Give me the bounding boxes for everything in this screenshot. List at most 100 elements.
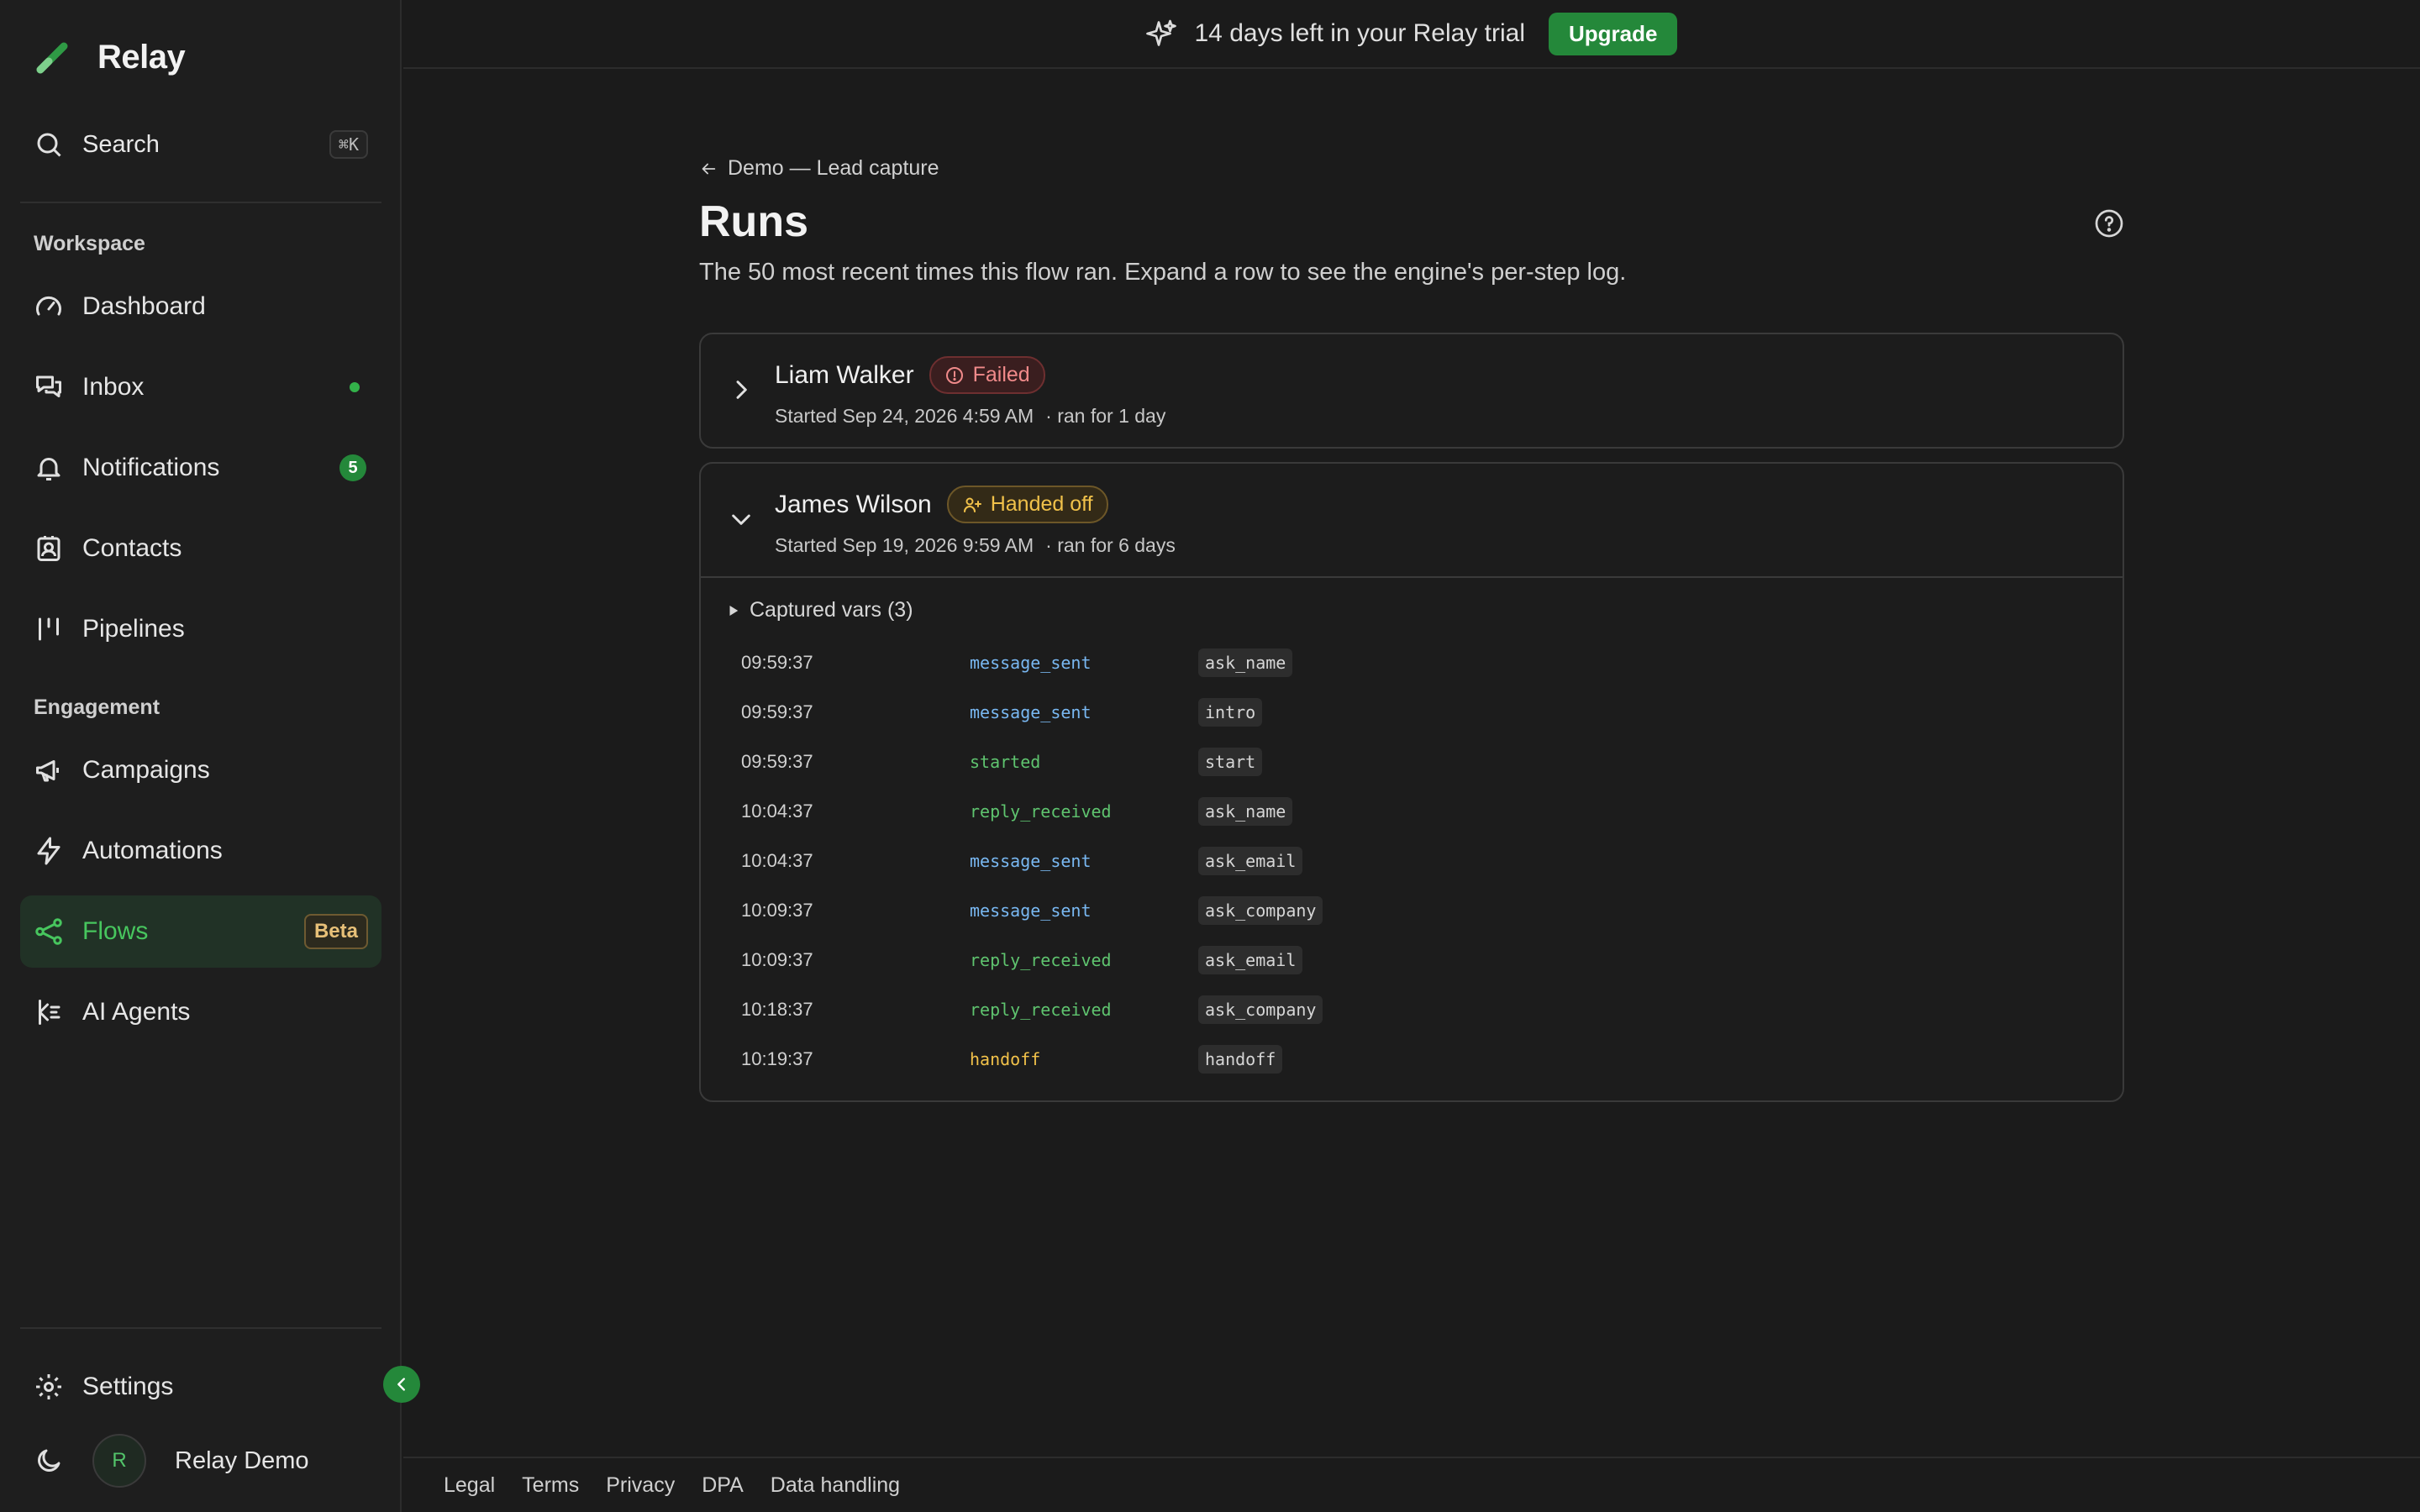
log-time: 09:59:37 (741, 701, 813, 722)
sidebar-item-ai-agents[interactable]: AI Agents (20, 976, 381, 1048)
log-time: 10:09:37 (741, 949, 813, 970)
log-step: ask_email (1198, 946, 1303, 974)
settings-label: Settings (82, 1373, 174, 1400)
run-duration: · ran for 1 day (1045, 405, 1166, 427)
log-event: message_sent (970, 900, 1092, 921)
sidebar-item-dashboard[interactable]: Dashboard (20, 270, 381, 343)
log-row: 09:59:37 started start (741, 748, 2086, 781)
log-event: reply_received (970, 950, 1112, 970)
contact-card-icon (34, 533, 64, 564)
log-event: reply_received (970, 801, 1112, 822)
gear-icon (34, 1372, 64, 1402)
chevron-down-icon[interactable] (728, 506, 755, 533)
alert-circle-icon (944, 365, 965, 386)
sidebar-item-label: Dashboard (82, 292, 206, 320)
run-card: James Wilson Handed off Started Sep 19, … (699, 462, 2124, 1102)
run-started: Started Sep 24, 2026 4:59 AM (775, 405, 1034, 427)
sidebar-search[interactable]: Search ⌘K (20, 121, 381, 168)
run-meta: Started Sep 24, 2026 4:59 AM · ran for 1… (775, 405, 1165, 428)
run-row-header[interactable]: James Wilson Handed off Started Sep 19, … (701, 464, 2123, 576)
search-shortcut: ⌘K (329, 130, 368, 159)
bell-icon (34, 453, 64, 483)
breadcrumb[interactable]: Demo — Lead capture (699, 156, 939, 181)
gauge-icon (34, 291, 64, 322)
log-time: 10:18:37 (741, 999, 813, 1020)
log-event: message_sent (970, 702, 1092, 722)
log-step: ask_email (1198, 847, 1303, 875)
chevron-left-icon (392, 1375, 411, 1394)
footer-link-terms[interactable]: Terms (522, 1473, 579, 1498)
arrow-left-icon (699, 160, 718, 178)
sidebar-divider (20, 202, 381, 203)
moon-icon[interactable] (34, 1446, 64, 1476)
sidebar-item-label: Pipelines (82, 615, 185, 643)
sidebar-item-label: Inbox (82, 373, 145, 401)
chevron-right-icon[interactable] (728, 376, 755, 403)
log-row: 10:19:37 handoff handoff (741, 1045, 2086, 1079)
run-meta: Started Sep 19, 2026 9:59 AM · ran for 6… (775, 534, 1176, 557)
search-label: Search (82, 130, 160, 158)
user-menu[interactable]: R Relay Demo (20, 1431, 381, 1490)
sidebar-item-notifications[interactable]: Notifications 5 (20, 432, 381, 504)
upgrade-button[interactable]: Upgrade (1549, 12, 1678, 55)
run-contact-name: James Wilson (775, 490, 932, 518)
log-row: 09:59:37 message_sent intro (741, 698, 2086, 732)
status-badge: Failed (929, 356, 1045, 394)
footer-link-data-handling[interactable]: Data handling (771, 1473, 900, 1498)
log-row: 10:04:37 reply_received ask_name (741, 797, 2086, 831)
brain-icon (34, 997, 64, 1027)
log-step: intro (1198, 698, 1263, 727)
log-step: ask_name (1198, 797, 1293, 826)
sidebar-item-label: Contacts (82, 534, 182, 562)
brand[interactable]: Relay (34, 34, 186, 81)
footer-link-privacy[interactable]: Privacy (606, 1473, 675, 1498)
log-time: 10:04:37 (741, 850, 813, 871)
log-step: handoff (1198, 1045, 1283, 1074)
captured-vars-toggle[interactable]: Captured vars (3) (726, 598, 913, 622)
log-time: 09:59:37 (741, 652, 813, 673)
sidebar-item-label: Notifications (82, 454, 220, 481)
log-step: start (1198, 748, 1263, 776)
beta-badge: Beta (303, 914, 368, 949)
log-row: 09:59:37 message_sent ask_name (741, 648, 2086, 682)
log-row: 10:18:37 reply_received ask_company (741, 995, 2086, 1029)
user-name: Relay Demo (175, 1446, 309, 1474)
sidebar-item-flows[interactable]: Flows Beta (20, 895, 381, 968)
log-row: 10:09:37 message_sent ask_company (741, 896, 2086, 930)
log-time: 10:04:37 (741, 801, 813, 822)
run-duration: · ran for 6 days (1045, 534, 1176, 556)
footer-link-dpa[interactable]: DPA (702, 1473, 744, 1498)
log-step: ask_company (1198, 995, 1323, 1024)
status-label: Handed off (990, 492, 1093, 516)
section-title-engagement: Engagement (34, 696, 160, 719)
sidebar-item-pipelines[interactable]: Pipelines (20, 593, 381, 665)
sidebar-item-automations[interactable]: Automations (20, 815, 381, 887)
footer-link-legal[interactable]: Legal (444, 1473, 495, 1498)
collapse-sidebar-button[interactable] (383, 1366, 420, 1403)
trial-text: 14 days left in your Relay trial (1194, 19, 1526, 47)
log-event: started (970, 752, 1041, 772)
sidebar-item-label: Campaigns (82, 756, 210, 784)
pipeline-columns-icon (34, 614, 64, 644)
brand-name: Relay (97, 38, 186, 76)
log-time: 10:09:37 (741, 900, 813, 921)
run-row-header[interactable]: Liam Walker Failed Started Sep 24, 2026 … (701, 334, 2123, 447)
help-circle-icon[interactable] (2094, 208, 2124, 239)
log-step: ask_company (1198, 896, 1323, 925)
user-plus-icon (962, 495, 982, 515)
status-label: Failed (972, 363, 1030, 386)
breadcrumb-link[interactable]: Demo — Lead capture (728, 156, 939, 181)
sidebar-item-settings[interactable]: Settings (20, 1351, 381, 1423)
notifications-count-badge: 5 (339, 454, 366, 481)
sidebar-item-campaigns[interactable]: Campaigns (20, 734, 381, 806)
run-title-row: Liam Walker Failed (775, 356, 1045, 394)
log-event: handoff (970, 1049, 1041, 1069)
status-badge: Handed off (946, 486, 1108, 523)
sidebar-item-contacts[interactable]: Contacts (20, 512, 381, 585)
triangle-right-icon (726, 603, 741, 618)
sidebar-item-label: Automations (82, 837, 223, 864)
lightning-icon (34, 836, 64, 866)
sidebar-item-inbox[interactable]: Inbox (20, 351, 381, 423)
chat-bubbles-icon (34, 372, 64, 402)
run-title-row: James Wilson Handed off (775, 486, 1108, 523)
